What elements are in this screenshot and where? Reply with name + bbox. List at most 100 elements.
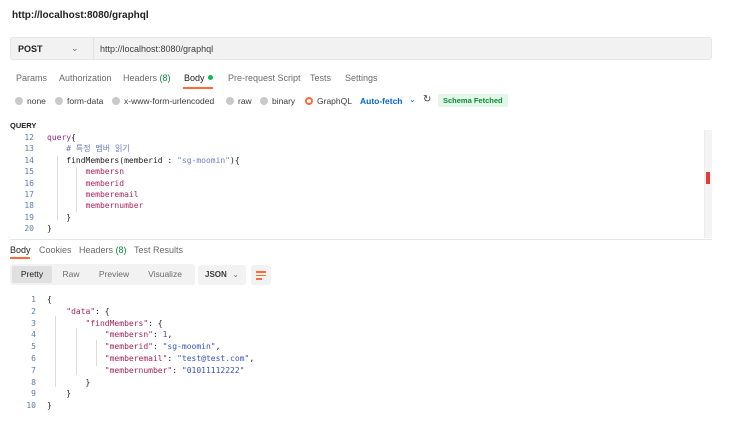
code-token: }	[47, 224, 52, 234]
radio-icon	[55, 97, 63, 105]
code-text: query{	[47, 132, 76, 143]
code-text: "data": {	[47, 306, 110, 318]
line-number: 6	[31, 354, 36, 363]
line-number: 9	[31, 389, 36, 399]
line-number: 8	[31, 377, 36, 387]
response-tab-headers[interactable]: Headers (8)	[79, 245, 127, 255]
query-scrollbar[interactable]	[704, 130, 712, 238]
code-token: : {	[95, 306, 110, 316]
line-number: 19	[24, 212, 34, 222]
radio-icon	[226, 97, 234, 105]
line-number: 13	[24, 144, 34, 154]
tab-settings[interactable]: Settings	[345, 73, 378, 83]
line-number: 12	[24, 133, 34, 142]
request-title: http://localhost:8080/graphql	[12, 10, 149, 21]
view-raw-button[interactable]: Raw	[56, 264, 86, 285]
wrap-lines-icon[interactable]	[251, 265, 271, 285]
active-tab-indicator	[10, 257, 30, 259]
code-token: "01011112222"	[181, 365, 245, 375]
code-text: "memberemail": "test@test.com",	[47, 353, 254, 365]
code-token: membersn	[47, 167, 125, 177]
code-token: memberid	[47, 178, 125, 188]
code-token: "membernumber"	[104, 365, 173, 375]
response-tab-cookies[interactable]: Cookies	[39, 245, 72, 255]
code-text: findMembers(memberid : "sg-moomin"){	[47, 155, 240, 166]
code-token: "test@test.com"	[177, 354, 250, 363]
code-token: "data"	[66, 306, 96, 316]
code-token: }	[47, 389, 72, 399]
code-token: ){	[230, 155, 240, 165]
radio-raw[interactable]: raw	[226, 96, 252, 106]
schema-status-badge: Schema Fetched	[438, 94, 508, 107]
response-tab-test-results[interactable]: Test Results	[134, 245, 183, 255]
refresh-icon[interactable]: ↻	[423, 94, 431, 105]
line-number: 16	[24, 178, 34, 188]
auto-fetch-button[interactable]: Auto-fetch	[360, 96, 403, 106]
tab-params[interactable]: Params	[16, 73, 47, 83]
line-number: 10	[26, 401, 36, 411]
tab-headers[interactable]: Headers (8)	[123, 73, 171, 83]
view-visualize-button[interactable]: Visualize	[142, 264, 188, 285]
code-text: }	[47, 212, 71, 223]
code-text: }	[47, 223, 52, 234]
code-text: # 특정 멤버 읽기	[47, 143, 130, 154]
view-preview-button[interactable]: Preview	[94, 264, 134, 285]
code-token: ,	[167, 330, 173, 340]
code-token: # 특정 멤버 읽기	[47, 144, 130, 154]
code-token: :	[167, 354, 178, 363]
response-body[interactable]: 1{2 "data": {3 "findMembers": {4 "member…	[10, 292, 712, 412]
chevron-down-icon[interactable]: ⌄	[71, 43, 79, 54]
tab-body[interactable]: Body	[184, 73, 213, 83]
code-token: :	[172, 365, 182, 375]
url-bar: POST ⌄ http://localhost:8080/graphql	[10, 37, 712, 60]
radio-form-data[interactable]: form-data	[55, 96, 103, 106]
line-number: 20	[24, 224, 34, 234]
code-token: : {	[148, 318, 163, 328]
tab-label: Body	[184, 73, 205, 83]
line-number: 3	[31, 318, 36, 328]
query-section-label: QUERY	[10, 121, 37, 130]
code-token: {	[47, 295, 52, 304]
line-number: 14	[24, 155, 34, 165]
tab-label: Params	[16, 73, 48, 83]
tab-tests[interactable]: Tests	[310, 73, 331, 83]
tab-pre-request-script[interactable]: Pre-request Script	[228, 73, 301, 83]
format-select[interactable]: JSON ⌄	[198, 265, 246, 285]
radio-binary[interactable]: binary	[260, 96, 295, 106]
code-token: membernumber	[47, 201, 144, 211]
tab-label: Headers	[123, 73, 158, 83]
code-text: memberemail	[47, 189, 139, 200]
url-input[interactable]: http://localhost:8080/graphql	[100, 44, 213, 54]
view-mode-group: Pretty Raw Preview Visualize	[10, 264, 195, 285]
radio-none[interactable]: none	[15, 96, 46, 106]
tab-authorization[interactable]: Authorization	[59, 73, 112, 83]
code-token: ,	[249, 354, 255, 363]
method-select[interactable]: POST	[18, 44, 43, 54]
code-token: "memberid"	[104, 342, 153, 352]
tab-label: Tests	[310, 73, 332, 83]
query-editor[interactable]: 12 query{ 13 # 특정 멤버 읽기 14 findMembers(memb…	[10, 130, 712, 238]
code-token: memberid	[124, 155, 163, 165]
tab-label: Pre-request Script	[228, 73, 301, 83]
section-divider[interactable]	[10, 239, 712, 240]
code-token: "findMembers"	[85, 318, 149, 328]
tab-label: Test Results	[134, 245, 184, 255]
line-number: 17	[24, 190, 34, 199]
chevron-down-icon: ⌄	[232, 270, 239, 279]
code-token: "membersn"	[104, 330, 153, 340]
code-text: membersn	[47, 166, 125, 177]
code-token: query	[47, 133, 72, 142]
response-tab-body[interactable]: Body	[10, 245, 31, 255]
indent-guide	[76, 328, 77, 375]
code-token: }	[47, 377, 91, 387]
radio-graphql[interactable]: GraphQL	[305, 96, 352, 106]
view-pretty-button[interactable]: Pretty	[12, 266, 52, 283]
radio-x-www-form-urlencoded[interactable]: x-www-form-urlencoded	[112, 96, 214, 106]
code-text: {	[47, 294, 52, 306]
radio-selected-icon	[305, 97, 313, 105]
code-text: memberid	[47, 178, 125, 189]
radio-label: none	[27, 96, 46, 106]
chevron-down-icon[interactable]: ⌄	[409, 95, 416, 104]
active-tab-indicator	[183, 87, 213, 89]
